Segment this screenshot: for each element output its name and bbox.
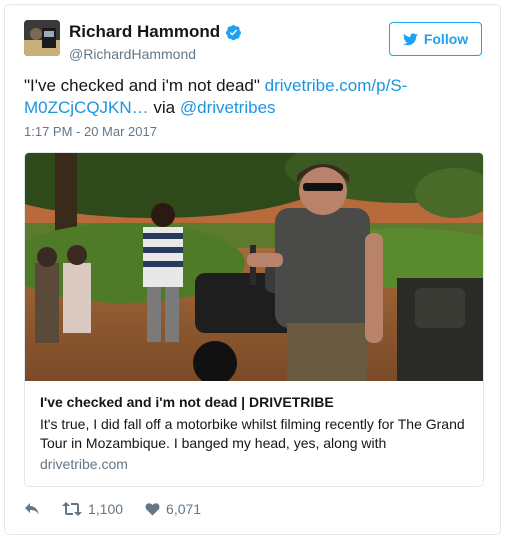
reply-button[interactable]	[24, 502, 40, 516]
twitter-bird-icon	[402, 32, 418, 45]
like-count: 6,071	[166, 501, 202, 517]
tweet-actions: 1,100 6,071	[24, 501, 223, 517]
retweet-count: 1,100	[88, 501, 124, 517]
tweet-timestamp[interactable]: 1:17 PM - 20 Mar 2017	[24, 124, 157, 139]
card-domain[interactable]: drivetribe.com	[40, 455, 470, 474]
follow-label: Follow	[423, 31, 469, 47]
retweet-button[interactable]: 1,100	[62, 501, 123, 517]
tweet-text: "I've checked and i'm not dead" drivetri…	[24, 75, 484, 119]
avatar[interactable]	[24, 20, 60, 56]
like-button[interactable]: 6,071	[145, 501, 201, 517]
retweet-icon	[62, 502, 82, 516]
heart-icon	[145, 503, 160, 516]
author-handle[interactable]: @RichardHammond	[69, 46, 196, 62]
avatar-image	[24, 20, 60, 56]
link-card[interactable]: I've checked and i'm not dead | DRIVETRI…	[24, 152, 484, 487]
tweet-quote: "I've checked and i'm not dead"	[24, 76, 265, 95]
tweet-mention[interactable]: @drivetribes	[180, 98, 276, 117]
card-image[interactable]	[25, 153, 483, 385]
author-name-row[interactable]: Richard Hammond	[69, 22, 242, 42]
reply-icon	[25, 503, 39, 515]
tweet-card: Richard Hammond @RichardHammond Follow "…	[4, 4, 501, 535]
verified-badge-icon	[225, 24, 242, 41]
card-photo	[25, 153, 483, 385]
author-name[interactable]: Richard Hammond	[69, 22, 220, 42]
follow-button[interactable]: Follow	[389, 22, 482, 56]
card-description: It's true, I did fall off a motorbike wh…	[40, 416, 465, 451]
tweet-via: via	[148, 98, 180, 117]
card-body: I've checked and i'm not dead | DRIVETRI…	[40, 393, 470, 474]
card-title[interactable]: I've checked and i'm not dead | DRIVETRI…	[40, 393, 470, 411]
